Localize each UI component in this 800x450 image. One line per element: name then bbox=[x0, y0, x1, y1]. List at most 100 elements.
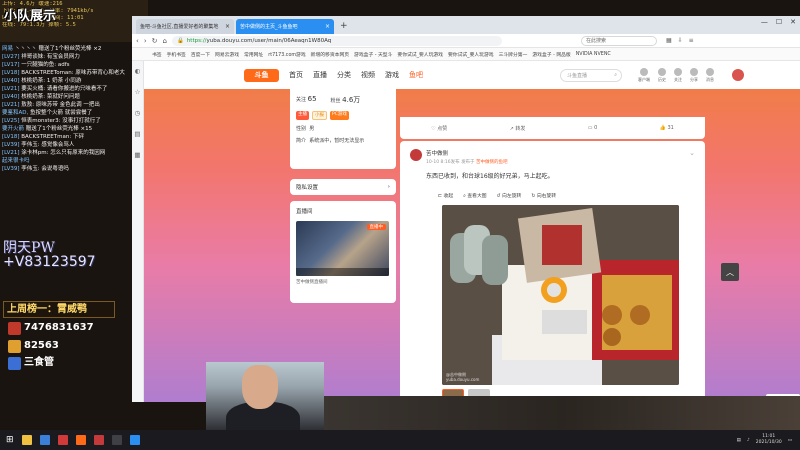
windows-start-icon[interactable]: ⊞ bbox=[6, 435, 14, 445]
close-window-button[interactable]: ✕ bbox=[790, 18, 796, 26]
fans-stat[interactable]: 粉丝 4.6万 bbox=[331, 95, 361, 105]
bookmark-item[interactable]: 百度一下 bbox=[191, 51, 210, 58]
profile-card: 关注 65 粉丝 4.6万 主播 小报 PC游戏 性别 男 简介 系统派中，暂时… bbox=[290, 89, 396, 169]
chat-level: [LV39] bbox=[2, 166, 20, 172]
history-icon[interactable]: 历史 bbox=[658, 67, 666, 83]
browser-search-input[interactable]: 在此搜索 bbox=[580, 35, 657, 46]
bookmark-item[interactable]: rt7173.com游戏 bbox=[268, 51, 305, 58]
comment-action[interactable]: ▭ 0 bbox=[588, 125, 598, 131]
follow-icon[interactable]: 关注 bbox=[674, 67, 682, 83]
chat-message: [LV40] 核桃奶茶: 1 奶茶 小同游 bbox=[2, 77, 148, 85]
notification-icon[interactable]: ▭ bbox=[788, 438, 792, 443]
bookmark-item[interactable]: NVIDIA NVENC bbox=[576, 52, 611, 57]
badge-level: 小报 bbox=[312, 111, 327, 120]
browser-window: 鱼吧-斗鱼社区,直播爱好者的聚集地 × 苦中做侧的主页_斗鱼鱼吧 × + — ☐… bbox=[132, 16, 800, 402]
bookmark-item[interactable]: 要你试试_要人玩游戏 bbox=[448, 51, 494, 58]
minimize-button[interactable]: — bbox=[761, 18, 768, 26]
post-text: 东西已收到，和台球16级的好兄弟，马上起吃。 bbox=[426, 173, 554, 180]
app-icon[interactable] bbox=[111, 435, 122, 445]
share-icon[interactable]: 分享 bbox=[690, 67, 698, 83]
post-avatar[interactable] bbox=[410, 149, 422, 161]
close-icon[interactable]: × bbox=[325, 23, 330, 30]
client-icon[interactable]: 客户端 bbox=[638, 67, 650, 83]
browser-icon[interactable] bbox=[129, 435, 140, 445]
window-controls: — ☐ ✕ bbox=[761, 18, 796, 26]
douyu-page: 斗鱼 首页 直播 分类 视频 游戏 鱼吧 斗鱼直播 ⌕ 客户端 历史 关注 分享… bbox=[144, 61, 800, 402]
close-icon[interactable]: × bbox=[225, 23, 230, 30]
download-icon[interactable]: ⇩ bbox=[678, 37, 683, 44]
bookmark-item[interactable]: 三斗牌分第一 bbox=[499, 51, 528, 58]
scroll-top-button[interactable]: ︿ bbox=[721, 263, 739, 281]
nav-category[interactable]: 分类 bbox=[337, 70, 351, 80]
rotate-left-button[interactable]: ↺ 向左旋转 bbox=[497, 192, 522, 199]
collapse-image-button[interactable]: ⊏ 收起 bbox=[438, 192, 453, 199]
bookmark-item[interactable]: 新增的移资本网页 bbox=[311, 51, 349, 58]
thumbs-up-action[interactable]: 👍 31 bbox=[660, 125, 674, 131]
chat-message: 网易 丶丶丶丶 赠送了1个粉丝荧光棒 ×2 bbox=[2, 45, 148, 53]
taskbar: ⊞ ▤ ♪ 11:01 2021/10/30 ▭ bbox=[0, 430, 800, 450]
maximize-button[interactable]: ☐ bbox=[776, 18, 782, 26]
new-tab-button[interactable]: + bbox=[336, 19, 352, 34]
bookmark-item[interactable]: 书签 bbox=[152, 51, 162, 58]
post-image[interactable]: @苦中做侧 yuba.douyu.com bbox=[442, 205, 679, 385]
chat-text: BACKSTREEToman: 原味苏带背心和老大 bbox=[21, 70, 125, 76]
site-logo[interactable]: 斗鱼 bbox=[244, 68, 279, 82]
network-icon[interactable]: ▤ bbox=[737, 438, 741, 443]
sidebar-icon[interactable]: ◐ bbox=[135, 67, 141, 75]
volume-icon[interactable]: ♪ bbox=[747, 438, 750, 443]
nav-home[interactable]: 首页 bbox=[289, 70, 303, 80]
back-icon[interactable]: ‹ bbox=[136, 37, 139, 45]
bookmark-item[interactable]: 要你试试_要人玩游戏 bbox=[397, 51, 443, 58]
bookmark-item[interactable]: 游戏盒子 - 天型斗 bbox=[354, 51, 392, 58]
browser-tab-active[interactable]: 苦中做侧的主页_斗鱼鱼吧 × bbox=[236, 19, 334, 34]
history-icon[interactable]: ◷ bbox=[135, 109, 141, 117]
post-image-art bbox=[442, 205, 679, 385]
address-bar[interactable]: 🔒 https://yuba.douyu.com/user/main/06Aea… bbox=[171, 35, 502, 46]
site-header: 斗鱼 首页 直播 分类 视频 游戏 鱼吧 斗鱼直播 ⌕ 客户端 历史 关注 分享… bbox=[144, 61, 800, 89]
user-avatar[interactable] bbox=[732, 69, 744, 81]
privacy-settings[interactable]: 隐私设置 › bbox=[290, 179, 396, 195]
chat-message: [LV25] 恒表monster3: 没事打打就行了 bbox=[2, 117, 148, 125]
bookmark-item[interactable]: 常用网址 bbox=[244, 51, 263, 58]
app-icon[interactable] bbox=[57, 435, 68, 445]
note-icon[interactable]: ▤ bbox=[134, 130, 140, 138]
search-icon[interactable]: ⌕ bbox=[614, 72, 617, 78]
site-search-input[interactable]: 斗鱼直播 ⌕ bbox=[560, 68, 622, 82]
app-icon[interactable] bbox=[93, 435, 104, 445]
nav-games[interactable]: 游戏 bbox=[385, 70, 399, 80]
bookmark-item[interactable]: 手机书签 bbox=[167, 51, 186, 58]
nav-live[interactable]: 直播 bbox=[313, 70, 327, 80]
message-icon[interactable]: 消息 bbox=[706, 67, 714, 83]
forward-icon[interactable]: › bbox=[144, 37, 147, 45]
chat-text: 涂卡林pm: 怎么只有原来的我因网 bbox=[21, 150, 106, 156]
extension-icon[interactable]: ▦ bbox=[666, 37, 672, 44]
chat-feed: 网易 丶丶丶丶 赠送了1个粉丝荧光棒 ×2 [LV27] 祥哥谈妹: 有宝会员网力… bbox=[0, 45, 150, 235]
nav-yuba[interactable]: 鱼吧 bbox=[409, 70, 423, 80]
browser-tab[interactable]: 鱼吧-斗鱼社区,直播爱好者的聚集地 × bbox=[136, 19, 234, 34]
bookmark-item[interactable]: 游戏盒子 - 网品版 bbox=[532, 51, 570, 58]
browser-sidebar: ◐ ☆ ◷ ▤ ▦ bbox=[132, 61, 144, 402]
app-icon[interactable] bbox=[39, 435, 50, 445]
view-large-button[interactable]: ⌕ 查看大图 bbox=[463, 192, 486, 199]
clock[interactable]: 11:01 2021/10/30 bbox=[756, 434, 782, 446]
home-icon[interactable]: ⌂ bbox=[163, 37, 167, 45]
refresh-icon[interactable]: ↻ bbox=[152, 37, 158, 45]
grid-icon[interactable]: ▦ bbox=[134, 151, 140, 159]
chat-text: 鱼按整个火箭 就尝尝餐了 bbox=[30, 110, 93, 116]
like-action[interactable]: ♡ 点赞 bbox=[431, 125, 447, 132]
nav-video[interactable]: 视频 bbox=[361, 70, 375, 80]
more-options-icon[interactable]: ⌄ bbox=[689, 149, 695, 157]
file-explorer-icon[interactable] bbox=[21, 435, 32, 445]
bookmark-item[interactable]: 网易云游戏 bbox=[215, 51, 239, 58]
chat-text: 恒表monster3: 没事打打就行了 bbox=[21, 118, 101, 124]
chat-level: [LV40] bbox=[2, 78, 20, 84]
share-action[interactable]: ↗ 转发 bbox=[510, 125, 526, 132]
post-group-link[interactable]: 苦中做侧的鱼吧 bbox=[476, 160, 508, 165]
follow-stat[interactable]: 关注 65 bbox=[296, 95, 317, 105]
rotate-right-button[interactable]: ↻ 向右旋转 bbox=[531, 192, 556, 199]
menu-icon[interactable]: ≡ bbox=[689, 37, 694, 44]
post-author[interactable]: 苦中做侧 bbox=[426, 149, 508, 157]
star-icon[interactable]: ☆ bbox=[135, 88, 141, 96]
app-icon[interactable] bbox=[75, 435, 86, 445]
live-thumbnail[interactable]: 直播中 bbox=[296, 221, 389, 276]
